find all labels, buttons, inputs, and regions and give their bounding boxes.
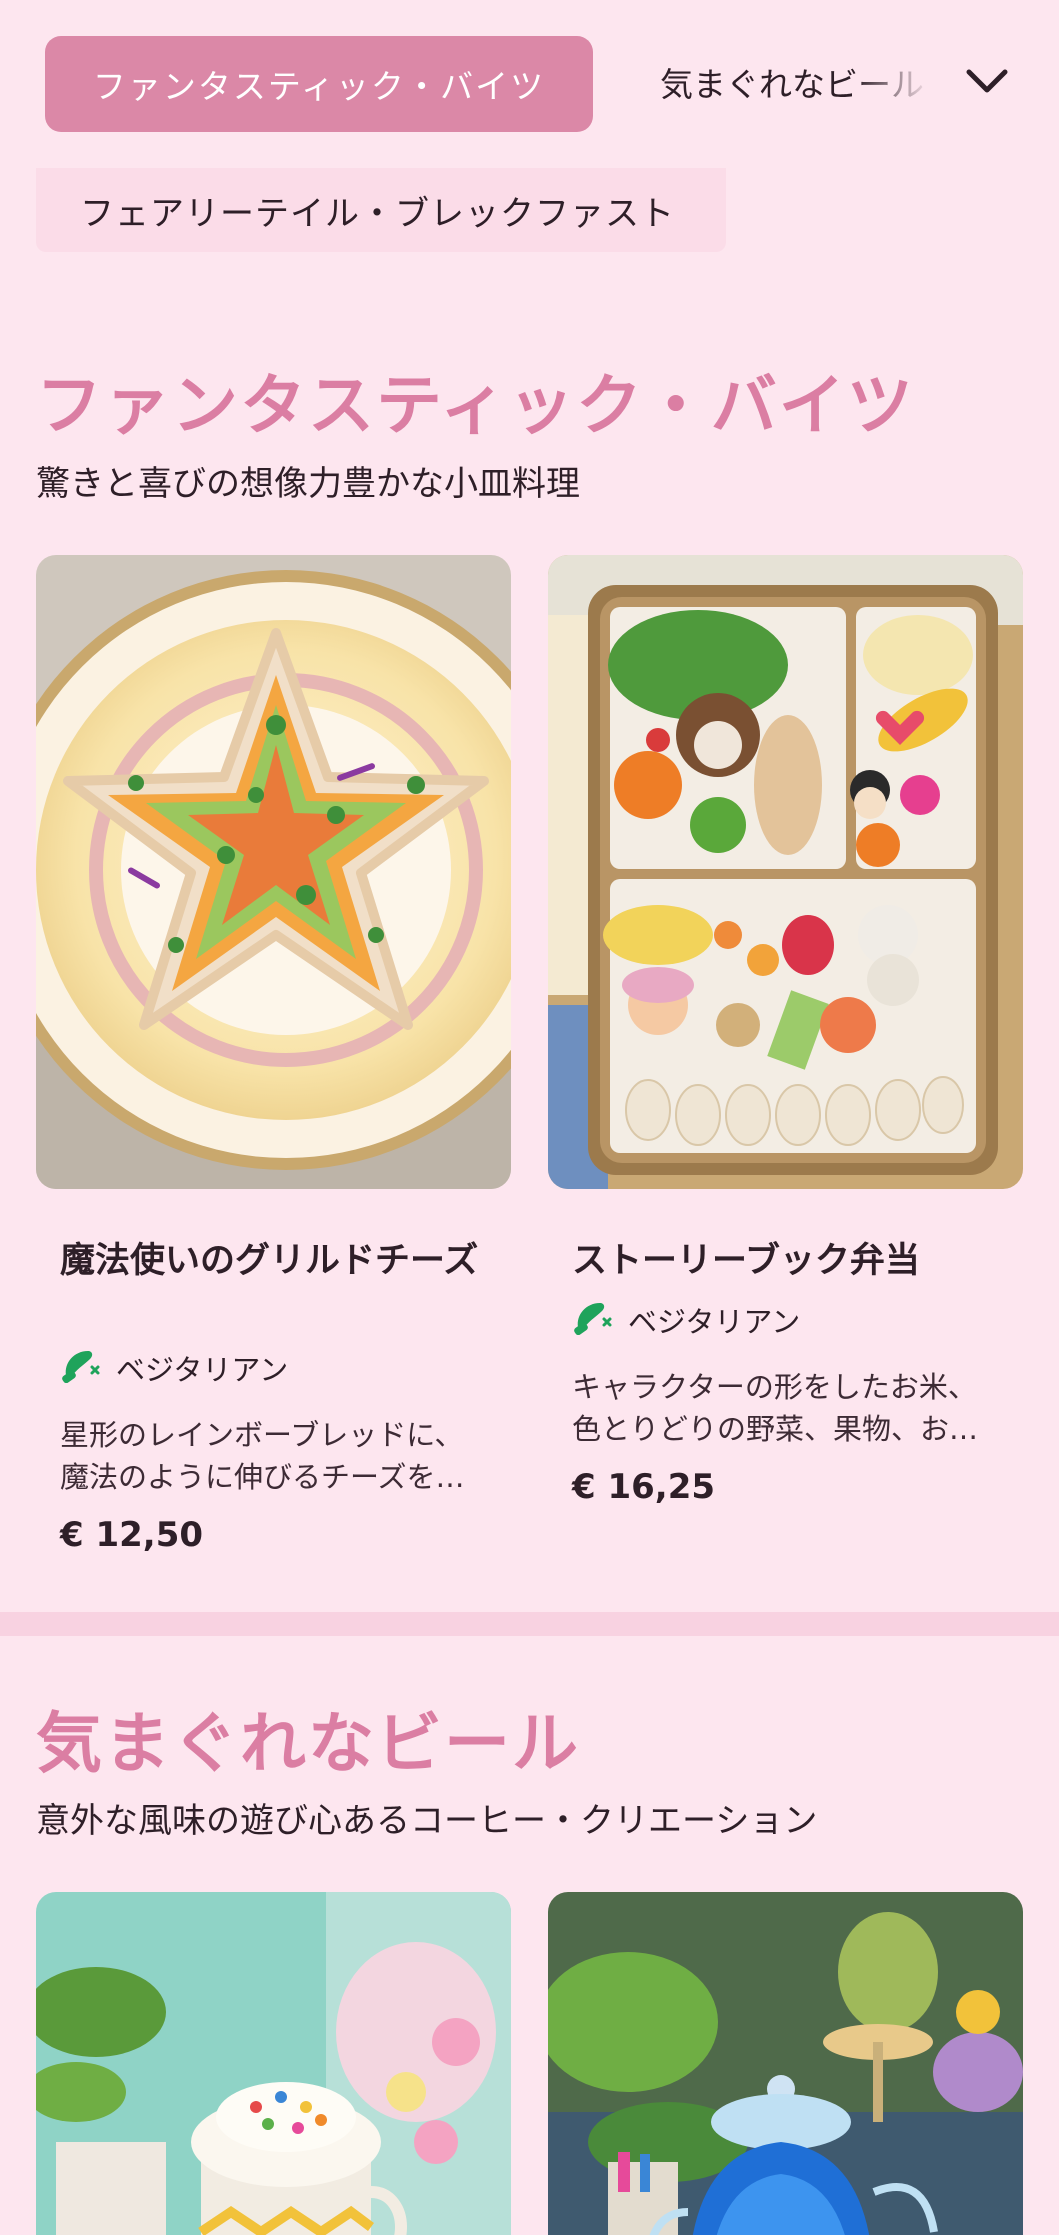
menu-item-description: 星形のレインボーブレッドに、魔法のように伸びるチーズを… <box>60 1418 465 1494</box>
menu-item-price: € 12,50 <box>60 1515 204 1555</box>
menu-item-image[interactable] <box>548 1892 1023 2235</box>
section-title: ファンタスティック・バイツ <box>36 367 915 444</box>
menu-item-image[interactable] <box>548 555 1023 1189</box>
section-title: 気まぐれなビール <box>36 1705 580 1782</box>
chevron-down-icon[interactable] <box>962 60 1012 104</box>
vegetarian-icon <box>60 1345 102 1390</box>
section-description: 驚きと喜びの想像力豊かな小皿料理 <box>36 464 580 504</box>
menu-item-image[interactable] <box>36 1892 511 2235</box>
menu-item-price: € 16,25 <box>572 1467 716 1507</box>
vegetarian-tag: ベジタリアン <box>60 1345 288 1390</box>
section-description: 意外な風味の遊び心あるコーヒー・クリエーション <box>36 1801 818 1841</box>
category-dropdown-item[interactable]: フェアリーテイル・ブレックファスト <box>36 168 726 252</box>
section-divider <box>0 1612 1059 1636</box>
category-fade <box>855 50 945 116</box>
category-tab-active[interactable]: ファンタスティック・バイツ <box>45 36 593 132</box>
vegetarian-tag: ベジタリアン <box>572 1297 800 1342</box>
menu-item-image[interactable] <box>36 555 511 1189</box>
vegetarian-label: ベジタリアン <box>116 1352 289 1387</box>
vegetarian-icon <box>572 1297 614 1342</box>
menu-item-name[interactable]: 魔法使いのグリルドチーズ <box>60 1237 480 1285</box>
menu-item-name[interactable]: ストーリーブック弁当 <box>572 1237 992 1285</box>
vegetarian-label: ベジタリアン <box>628 1304 801 1339</box>
menu-item-description: キャラクターの形をしたお米、色とりどりの野菜、果物、お… <box>572 1370 979 1446</box>
